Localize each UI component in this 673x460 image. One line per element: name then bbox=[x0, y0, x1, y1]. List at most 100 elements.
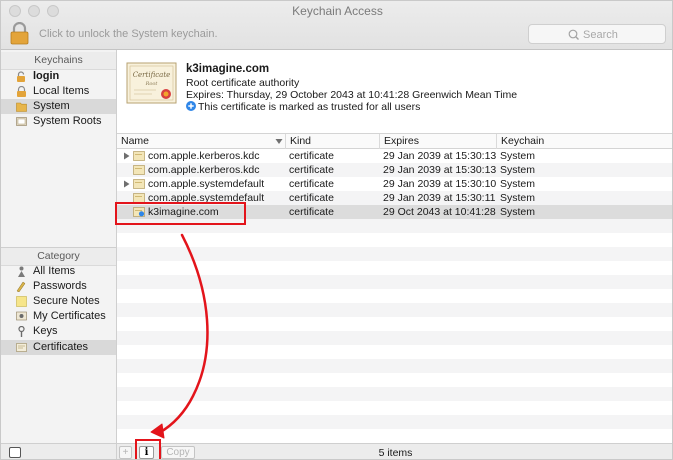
column-header-expires[interactable]: Expires bbox=[379, 134, 496, 149]
cell-expires: 29 Jan 2039 at 15:30:11 bbox=[383, 192, 496, 204]
item-count: 5 items bbox=[378, 447, 413, 459]
roots-folder-icon bbox=[16, 117, 27, 126]
search-icon bbox=[568, 29, 579, 40]
certificate-icon-sub: Root bbox=[145, 81, 159, 87]
my-cert-icon bbox=[16, 311, 27, 321]
unlock-hint[interactable]: Click to unlock the System keychain. bbox=[39, 28, 218, 40]
lock-icon[interactable] bbox=[10, 22, 29, 45]
sidebar-item-label: System Roots bbox=[33, 115, 102, 127]
certificate-name: k3imagine.com bbox=[186, 63, 270, 75]
certificate-icon bbox=[16, 343, 27, 352]
table-row[interactable]: com.apple.kerberos.kdc certificate 29 Jan … bbox=[117, 163, 672, 177]
empty-table-row bbox=[117, 401, 672, 415]
sidebar-item-system[interactable]: System bbox=[1, 99, 116, 114]
annotation-highlight-info-button bbox=[135, 439, 161, 459]
sidebar-item-label: System bbox=[33, 100, 70, 112]
disclosure-triangle-icon[interactable] bbox=[123, 152, 130, 160]
certificate-expiry: Expires: Thursday, 29 October 2043 at 10… bbox=[186, 89, 518, 101]
lock-icon bbox=[17, 86, 26, 97]
cell-name: com.apple.kerberos.kdc bbox=[148, 164, 260, 176]
keychains-header: Keychains bbox=[1, 52, 116, 70]
empty-table-row bbox=[117, 233, 672, 247]
cell-kind: certificate bbox=[289, 178, 334, 190]
cell-name: com.apple.kerberos.kdc bbox=[148, 150, 260, 162]
cell-expires: 29 Jan 2039 at 15:30:10 bbox=[383, 178, 496, 190]
certificate-icon bbox=[133, 151, 145, 161]
cell-keychain: System bbox=[500, 192, 536, 204]
sidebar-bottom-bar bbox=[1, 443, 116, 459]
sidebar-item-label: Certificates bbox=[33, 341, 89, 353]
bottom-toolbar: + i Copy 5 items bbox=[117, 443, 672, 459]
key-pen-icon bbox=[16, 281, 26, 292]
empty-table-row bbox=[117, 345, 672, 359]
sidebar-item-keys[interactable]: Keys bbox=[1, 324, 116, 339]
empty-table-row bbox=[117, 387, 672, 401]
sidebar: Keychains login Local Items System Syste… bbox=[1, 50, 117, 459]
cell-keychain: System bbox=[500, 150, 536, 162]
certificate-icon-script: Certificate bbox=[133, 71, 171, 79]
main-content: Certificate Root k3imagine.com Root cert… bbox=[117, 50, 672, 459]
certificate-large-icon: Certificate Root bbox=[126, 62, 177, 104]
cell-kind: certificate bbox=[289, 150, 334, 162]
table-row[interactable]: com.apple.kerberos.kdc certificate 29 Jan … bbox=[117, 149, 672, 163]
search-input[interactable] bbox=[583, 27, 663, 42]
cell-kind: certificate bbox=[289, 206, 334, 218]
people-icon bbox=[18, 266, 25, 277]
empty-table-row bbox=[117, 373, 672, 387]
trust-plus-icon bbox=[186, 101, 196, 111]
trust-status: This certificate is marked as trusted fo… bbox=[198, 101, 421, 113]
sidebar-item-passwords[interactable]: Passwords bbox=[1, 279, 116, 294]
empty-table-row bbox=[117, 261, 672, 275]
sidebar-item-secure-notes[interactable]: Secure Notes bbox=[1, 294, 116, 309]
cell-expires: 29 Jan 2039 at 15:30:13 bbox=[383, 150, 496, 162]
empty-table-row bbox=[117, 289, 672, 303]
certificate-icon bbox=[133, 179, 145, 189]
cell-expires: 29 Oct 2043 at 10:41:28 bbox=[383, 206, 496, 218]
table-row[interactable]: com.apple.systemdefault certificate 29 Jan… bbox=[117, 177, 672, 191]
note-icon bbox=[16, 296, 27, 307]
certificate-table: com.apple.kerberos.kdc certificate 29 Jan … bbox=[117, 149, 672, 443]
sidebar-item-label: All Items bbox=[33, 265, 76, 277]
window-title: Keychain Access bbox=[292, 4, 383, 18]
column-header-kind[interactable]: Kind bbox=[285, 134, 379, 149]
table-header: Name Kind Expires Keychain bbox=[117, 133, 672, 149]
certificate-icon bbox=[133, 165, 145, 175]
certificate-type: Root certificate authority bbox=[186, 77, 300, 89]
empty-table-row bbox=[117, 247, 672, 261]
sidebar-item-label: Keys bbox=[33, 325, 58, 337]
sidebar-item-all-items[interactable]: All Items bbox=[1, 264, 116, 279]
annotation-highlight-selected-row bbox=[115, 202, 246, 225]
sidebar-item-label: Local Items bbox=[33, 85, 90, 97]
column-header-keychain[interactable]: Keychain bbox=[496, 134, 672, 149]
show-hide-sidebar-button[interactable] bbox=[9, 447, 21, 458]
column-header-name[interactable]: Name bbox=[117, 134, 285, 149]
empty-table-row bbox=[117, 331, 672, 345]
empty-table-row bbox=[117, 429, 672, 443]
cell-keychain: System bbox=[500, 178, 536, 190]
sidebar-item-label: Secure Notes bbox=[33, 295, 100, 307]
sidebar-item-certificates[interactable]: Certificates bbox=[1, 340, 116, 355]
cell-name: com.apple.systemdefault bbox=[148, 178, 265, 190]
search-field[interactable] bbox=[528, 24, 666, 44]
sidebar-item-label: My Certificates bbox=[33, 310, 106, 322]
disclosure-triangle-icon[interactable] bbox=[123, 180, 130, 188]
empty-table-row bbox=[117, 359, 672, 373]
cell-keychain: System bbox=[500, 206, 536, 218]
cell-keychain: System bbox=[500, 164, 536, 176]
sidebar-item-system-roots[interactable]: System Roots bbox=[1, 114, 116, 129]
cell-expires: 29 Jan 2039 at 15:30:13 bbox=[383, 164, 496, 176]
folder-icon bbox=[16, 102, 27, 112]
cell-kind: certificate bbox=[289, 192, 334, 204]
sidebar-item-label: login bbox=[33, 70, 60, 82]
keychain-access-window: Keychain Access Click to unlock the Syst… bbox=[0, 0, 673, 460]
key-icon bbox=[18, 326, 25, 337]
empty-table-row bbox=[117, 303, 672, 317]
sidebar-item-login[interactable]: login bbox=[1, 69, 116, 84]
sidebar-item-label: Passwords bbox=[33, 280, 87, 292]
title-bar: Keychain Access Click to unlock the Syst… bbox=[1, 1, 672, 50]
empty-table-row bbox=[117, 415, 672, 429]
sidebar-item-my-certificates[interactable]: My Certificates bbox=[1, 309, 116, 324]
sort-descending-icon bbox=[275, 139, 283, 144]
empty-table-row bbox=[117, 317, 672, 331]
sidebar-item-local-items[interactable]: Local Items bbox=[1, 84, 116, 99]
